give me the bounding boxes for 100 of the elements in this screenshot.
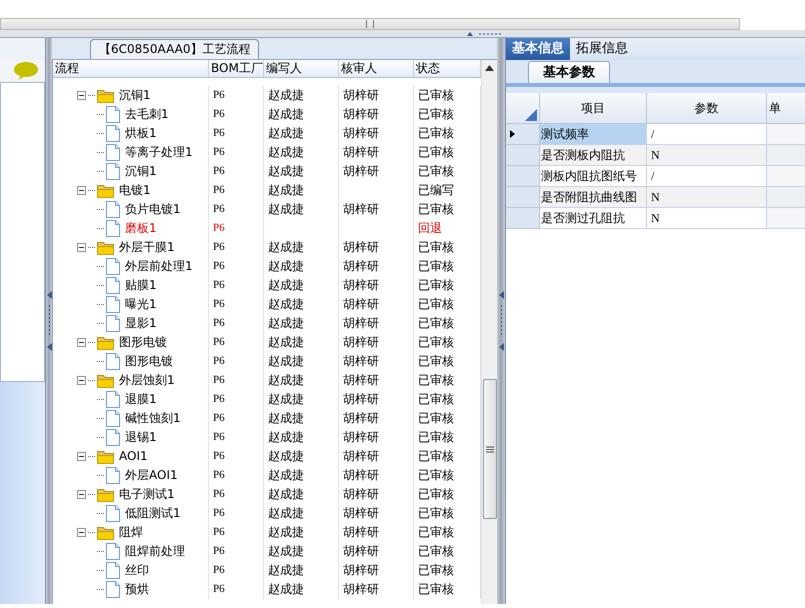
table-cell: P6 — [213, 488, 225, 500]
table-cell: P6 — [213, 507, 225, 519]
collapse-icon[interactable] — [77, 376, 86, 385]
table-cell: 赵成捷 — [268, 449, 304, 463]
tree-node-label[interactable]: 阻焊前处理 — [125, 542, 185, 561]
table-cell[interactable]: N — [647, 208, 767, 229]
tree-node-label[interactable]: 图形电镀 — [125, 352, 173, 371]
tree-node-label[interactable]: 沉铜1 — [119, 86, 151, 105]
tree-node-label[interactable]: 外层蚀刻1 — [119, 371, 175, 390]
table-cell[interactable]: 是否附阻抗曲线图 — [540, 187, 647, 208]
tree-node-label[interactable]: AOI1 — [119, 447, 148, 466]
collapse-icon[interactable] — [77, 91, 86, 100]
collapse-icon[interactable] — [77, 490, 86, 499]
tree-node-label[interactable]: 图形电镀 — [119, 333, 167, 352]
tree-node-label[interactable]: 负片电镀1 — [125, 200, 181, 219]
document-icon — [106, 106, 120, 123]
table-cell[interactable]: 测板内阻抗图纸号 — [540, 166, 647, 187]
tab[interactable]: 基本信息 — [506, 38, 570, 60]
table-cell[interactable]: 是否测过孔阻抗 — [540, 208, 647, 229]
row-header[interactable] — [506, 124, 540, 145]
tree-node-label[interactable]: 阻焊 — [119, 523, 143, 542]
tree-node-label[interactable]: 碱性蚀刻1 — [125, 409, 181, 428]
table-cell: 已审核 — [418, 354, 454, 368]
column-header[interactable]: BOM工厂 — [209, 60, 264, 77]
table-cell[interactable]: N — [647, 187, 767, 208]
table-cell: 已编写 — [418, 183, 454, 197]
tree-node-label[interactable]: 烘板1 — [125, 124, 157, 143]
tree-node-label[interactable]: 去毛刺1 — [125, 105, 169, 124]
table-cell: 已审核 — [418, 544, 454, 558]
table-cell: 已审核 — [418, 88, 454, 102]
tree-node-label[interactable]: 外层前处理1 — [125, 257, 193, 276]
table-cell: 胡梓研 — [343, 487, 379, 501]
tree-node-label[interactable]: 外层干膜1 — [119, 238, 175, 257]
splitter-grip-icon[interactable] — [498, 291, 504, 351]
table-cell: 已审核 — [418, 202, 454, 216]
table-cell: 赵成捷 — [268, 297, 304, 311]
table-cell: 已审核 — [418, 411, 454, 425]
table-cell: 胡梓研 — [343, 468, 379, 482]
table-cell[interactable]: / — [647, 124, 767, 145]
collapse-icon[interactable] — [77, 338, 86, 347]
table-cell: P6 — [213, 545, 225, 557]
tab[interactable]: 基本参数 — [528, 61, 610, 83]
collapse-icon[interactable] — [77, 186, 86, 195]
table-cell: 已审核 — [418, 240, 454, 254]
table-cell: P6 — [213, 469, 225, 481]
table-cell: P6 — [213, 355, 225, 367]
tree-node-label[interactable]: 沉铜1 — [125, 162, 157, 181]
tree-node-label[interactable]: 等离子处理1 — [125, 143, 193, 162]
table-cell: P6 — [213, 184, 225, 196]
table-cell: P6 — [213, 241, 225, 253]
tree-node-label[interactable]: 显影1 — [125, 314, 157, 333]
table-cell: P6 — [213, 108, 225, 120]
tree-node-label[interactable]: 预烘 — [125, 580, 149, 599]
table-cell[interactable]: 是否测板内阻抗 — [540, 145, 647, 166]
folder-icon — [97, 450, 114, 464]
scroll-thumb[interactable] — [482, 379, 496, 519]
tree-node-label[interactable]: 曝光1 — [125, 295, 157, 314]
table-cell[interactable]: N — [647, 145, 767, 166]
tree-node-label[interactable]: 退锡1 — [125, 428, 157, 447]
tab[interactable]: 拓展信息 — [570, 38, 634, 60]
corner-icon — [525, 109, 537, 121]
folder-icon — [97, 374, 114, 388]
table-cell: 已审核 — [418, 449, 454, 463]
splitter-grip-icon[interactable] — [46, 291, 52, 351]
table-cell: 赵成捷 — [268, 145, 304, 159]
table-cell: 已审核 — [418, 468, 454, 482]
column-header[interactable]: 核审人 — [339, 60, 414, 77]
tree-node-label[interactable]: 磨板1 — [125, 219, 157, 238]
document-icon — [106, 467, 120, 484]
table-cell: 赵成捷 — [268, 430, 304, 444]
tree-node-label[interactable]: 贴膜1 — [125, 276, 157, 295]
table-cell: 胡梓研 — [343, 145, 379, 159]
table-cell: 赵成捷 — [268, 107, 304, 121]
table-cell: 已审核 — [418, 278, 454, 292]
table-cell: 已审核 — [418, 164, 454, 178]
tree-node-label[interactable]: 外层AOI1 — [125, 466, 178, 485]
tree-node-label[interactable]: 低阻测试1 — [125, 504, 181, 523]
tree-node-label[interactable]: 丝印 — [125, 561, 149, 580]
folder-icon — [97, 184, 114, 198]
collapse-icon[interactable] — [77, 243, 86, 252]
scroll-up-icon[interactable] — [485, 65, 494, 71]
tree-node-label[interactable]: 电子测试1 — [119, 485, 175, 504]
table-cell[interactable]: 测试频率 — [540, 124, 647, 145]
collapse-icon[interactable] — [77, 452, 86, 461]
document-icon — [106, 505, 120, 522]
table-cell: 胡梓研 — [343, 544, 379, 558]
column-header[interactable]: 编写人 — [264, 60, 339, 77]
collapse-icon[interactable] — [77, 528, 86, 537]
column-header[interactable]: 流程 — [53, 60, 209, 77]
table-cell: 已审核 — [418, 259, 454, 273]
table-cell[interactable]: / — [647, 166, 767, 187]
table-cell: 胡梓研 — [343, 563, 379, 577]
table-cell: P6 — [213, 146, 225, 158]
table-cell: 赵成捷 — [268, 392, 304, 406]
tree-node-label[interactable]: 退膜1 — [125, 390, 157, 409]
scrollbar[interactable] — [481, 60, 497, 604]
table-cell: 已审核 — [418, 392, 454, 406]
table-cell: P6 — [213, 298, 225, 310]
table-cell: 赵成捷 — [268, 240, 304, 254]
tree-node-label[interactable]: 电镀1 — [119, 181, 151, 200]
